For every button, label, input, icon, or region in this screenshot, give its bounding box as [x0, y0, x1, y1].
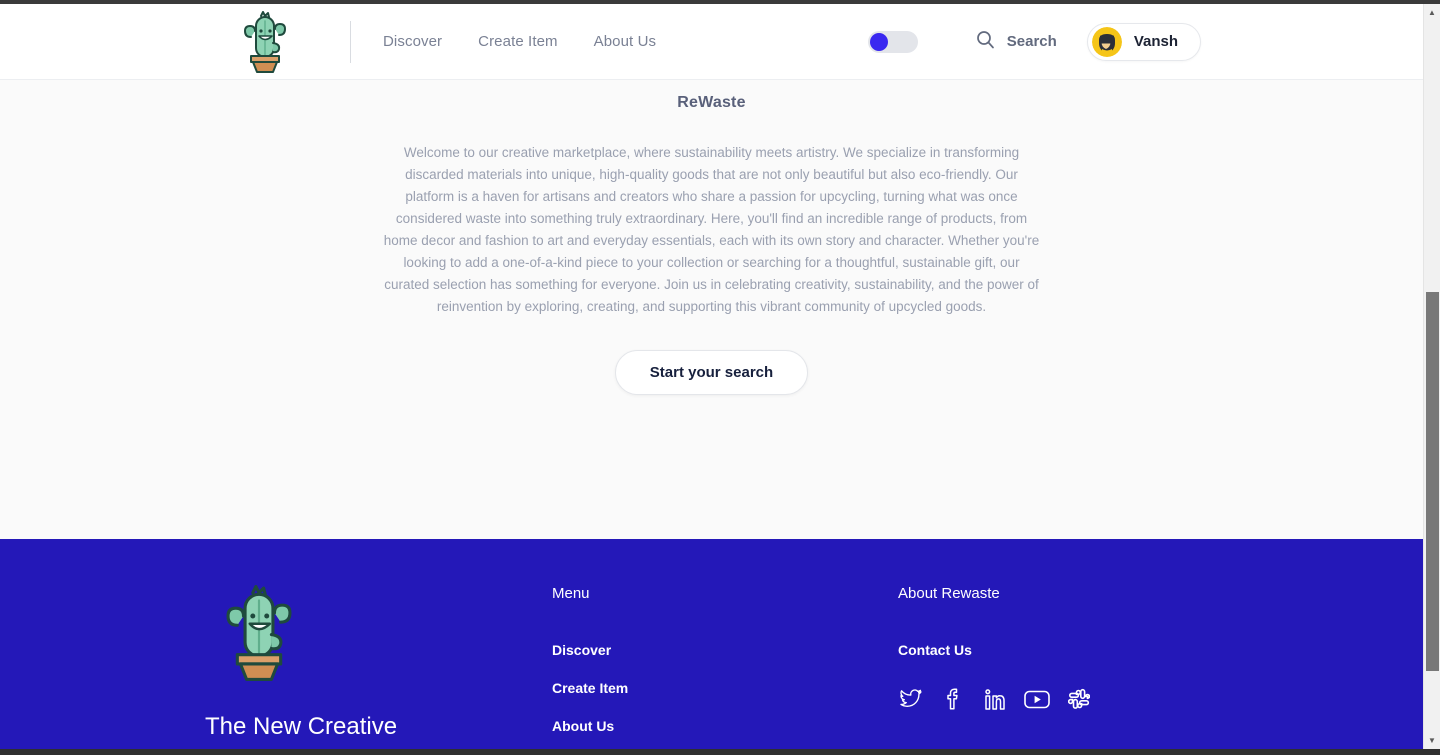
social-links	[898, 686, 1092, 712]
cactus-logo-icon[interactable]	[232, 10, 298, 73]
search-icon	[976, 30, 995, 54]
scroll-down-arrow-icon[interactable]: ▼	[1424, 732, 1440, 749]
user-profile-button[interactable]: Vansh	[1086, 22, 1201, 61]
nav-link-create-item[interactable]: Create Item	[478, 33, 557, 50]
hero-section: ReWaste Welcome to our creative marketpl…	[0, 80, 1423, 539]
facebook-icon[interactable]	[940, 686, 966, 712]
hero-description: Welcome to our creative marketplace, whe…	[383, 145, 1040, 314]
footer-brand-name: The New Creative	[205, 713, 398, 740]
footer-link-create-item[interactable]: Create Item	[552, 680, 898, 696]
start-your-search-button[interactable]: Start your search	[614, 350, 809, 395]
header-actions: Search Vansh	[867, 22, 1201, 61]
footer-cactus-logo-icon[interactable]	[215, 585, 303, 681]
theme-toggle[interactable]	[867, 30, 918, 53]
browser-chrome-top-edge	[0, 0, 1440, 4]
scroll-up-arrow-icon[interactable]: ▲	[1424, 4, 1440, 21]
page-title: ReWaste	[677, 94, 746, 111]
slack-icon[interactable]	[1066, 686, 1092, 712]
footer-menu-heading: Menu	[552, 585, 590, 602]
footer-content: The New Creative Menu Discover Create It…	[0, 585, 1423, 749]
site-footer: The New Creative Menu Discover Create It…	[0, 539, 1423, 749]
twitter-icon[interactable]	[898, 686, 924, 712]
page-viewport: Discover Create Item About Us Search Van…	[0, 4, 1423, 749]
vertical-scrollbar[interactable]: ▲ ▼	[1423, 4, 1440, 749]
nav-link-discover[interactable]: Discover	[383, 33, 442, 50]
youtube-icon[interactable]	[1024, 686, 1050, 712]
user-name: Vansh	[1133, 33, 1178, 50]
footer-about-heading: About Rewaste	[898, 585, 1000, 602]
footer-menu-column: Menu Discover Create Item About Us	[552, 585, 898, 749]
footer-about-column: About Rewaste Contact Us	[898, 585, 1092, 749]
search-button[interactable]: Search	[976, 30, 1057, 54]
header-divider	[350, 20, 351, 63]
main-navigation: Discover Create Item About Us	[383, 33, 656, 50]
footer-link-about-us[interactable]: About Us	[552, 718, 898, 734]
search-label: Search	[1006, 33, 1057, 50]
browser-chrome-bottom-edge	[0, 749, 1440, 755]
nav-link-about-us[interactable]: About Us	[594, 33, 657, 50]
scrollbar-thumb[interactable]	[1426, 292, 1439, 671]
avatar	[1091, 26, 1122, 57]
footer-contact-us-link[interactable]: Contact Us	[898, 642, 1092, 658]
footer-brand: The New Creative	[205, 585, 552, 749]
linkedin-icon[interactable]	[982, 686, 1008, 712]
hero-cta-container: Start your search	[0, 350, 1423, 395]
theme-toggle-knob	[869, 32, 888, 51]
footer-link-discover[interactable]: Discover	[552, 642, 898, 658]
site-header: Discover Create Item About Us Search Van…	[0, 4, 1423, 80]
